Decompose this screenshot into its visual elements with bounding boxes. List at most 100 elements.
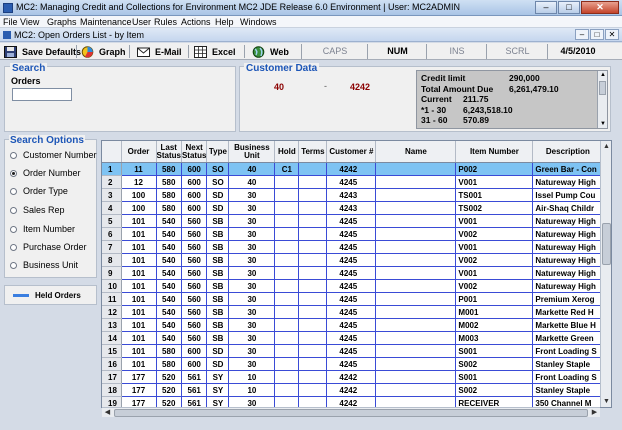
table-cell[interactable]: Markette Blue H	[532, 318, 604, 332]
table-cell[interactable]: 600	[181, 201, 208, 215]
table-cell[interactable]: Natureway High	[532, 279, 604, 293]
table-cell[interactable]	[274, 344, 300, 358]
table-cell[interactable]: SB	[206, 240, 230, 254]
table-cell[interactable]: 540	[156, 227, 182, 241]
table-cell[interactable]: 30	[228, 279, 276, 293]
table-cell[interactable]	[298, 383, 328, 397]
table-cell[interactable]: 30	[228, 331, 276, 345]
menu-user[interactable]: User	[132, 17, 151, 27]
table-cell[interactable]: 4245	[326, 331, 377, 345]
table-cell[interactable]	[375, 253, 457, 267]
column-header[interactable]: Terms	[298, 141, 328, 163]
doc-close-button[interactable]: ✕	[605, 29, 619, 40]
table-cell[interactable]: 4242	[326, 162, 377, 176]
scroll-up-arrow-icon[interactable]: ▲	[600, 72, 606, 78]
table-cell[interactable]: 540	[156, 253, 182, 267]
table-cell[interactable]: P002	[455, 162, 534, 176]
row-number-cell[interactable]: 1	[102, 162, 122, 176]
table-cell[interactable]: Front Loading S	[532, 370, 604, 384]
table-cell[interactable]	[375, 201, 457, 215]
table-cell[interactable]: 520	[156, 383, 182, 397]
table-cell[interactable]	[375, 357, 457, 371]
table-cell[interactable]: 30	[228, 240, 276, 254]
table-cell[interactable]: 10	[228, 383, 276, 397]
table-cell[interactable]: 40	[228, 175, 276, 189]
table-cell[interactable]: 30	[228, 344, 276, 358]
grid-scroll-thumb[interactable]	[602, 223, 611, 265]
table-cell[interactable]	[375, 292, 457, 306]
table-cell[interactable]: 101	[121, 240, 157, 254]
table-cell[interactable]: 4243	[326, 188, 377, 202]
row-number-cell[interactable]: 9	[102, 266, 122, 280]
table-row[interactable]: 18 177 520 561 SY 10 4242 S002 Stanley Staple	[102, 383, 604, 397]
table-cell[interactable]: TS002	[455, 201, 534, 215]
table-cell[interactable]: 600	[181, 162, 208, 176]
row-number-cell[interactable]: 11	[102, 292, 122, 306]
option-item-number[interactable]: Item Number	[10, 224, 75, 234]
table-cell[interactable]	[274, 201, 300, 215]
table-cell[interactable]: 560	[181, 305, 208, 319]
table-cell[interactable]: SB	[206, 305, 230, 319]
table-cell[interactable]: 540	[156, 305, 182, 319]
table-cell[interactable]: 30	[228, 227, 276, 241]
table-cell[interactable]: 30	[228, 214, 276, 228]
table-cell[interactable]	[298, 240, 328, 254]
row-number-cell[interactable]: 18	[102, 383, 122, 397]
table-cell[interactable]: 101	[121, 318, 157, 332]
table-cell[interactable]: M001	[455, 305, 534, 319]
table-cell[interactable]	[274, 279, 300, 293]
table-cell[interactable]	[274, 188, 300, 202]
table-row[interactable]: 9 101 540 560 SB 30 4245 V001 Natureway High	[102, 266, 604, 280]
table-cell[interactable]: SD	[206, 357, 230, 371]
column-header[interactable]: Hold	[274, 141, 300, 163]
table-cell[interactable]	[298, 162, 328, 176]
table-cell[interactable]: 560	[181, 279, 208, 293]
table-cell[interactable]: SB	[206, 279, 230, 293]
table-cell[interactable]: SB	[206, 318, 230, 332]
table-cell[interactable]: SB	[206, 214, 230, 228]
table-cell[interactable]: 101	[121, 344, 157, 358]
excel-button[interactable]: Excel	[194, 44, 236, 59]
table-cell[interactable]: 177	[121, 370, 157, 384]
row-number-cell[interactable]: 4	[102, 201, 122, 215]
table-cell[interactable]	[298, 370, 328, 384]
grid-vertical-scrollbar[interactable]: ▲ ▼	[600, 141, 611, 407]
table-cell[interactable]: 520	[156, 370, 182, 384]
table-cell[interactable]: 540	[156, 279, 182, 293]
table-cell[interactable]: 101	[121, 214, 157, 228]
table-row[interactable]: 7 101 540 560 SB 30 4245 V001 Natureway High	[102, 240, 604, 254]
table-cell[interactable]: 600	[181, 357, 208, 371]
table-cell[interactable]: 101	[121, 279, 157, 293]
row-number-cell[interactable]: 14	[102, 331, 122, 345]
table-cell[interactable]: SB	[206, 266, 230, 280]
table-cell[interactable]	[298, 279, 328, 293]
table-cell[interactable]: SY	[206, 383, 230, 397]
table-cell[interactable]: 580	[156, 357, 182, 371]
table-cell[interactable]: Air-Shaq Childr	[532, 201, 604, 215]
table-cell[interactable]: SB	[206, 331, 230, 345]
table-cell[interactable]: 560	[181, 266, 208, 280]
table-cell[interactable]: V001	[455, 266, 534, 280]
table-cell[interactable]	[375, 175, 457, 189]
table-cell[interactable]: 101	[121, 227, 157, 241]
option-order-number[interactable]: Order Number	[10, 168, 81, 178]
table-cell[interactable]	[375, 370, 457, 384]
table-cell[interactable]: 4245	[326, 266, 377, 280]
table-cell[interactable]: 4242	[326, 383, 377, 397]
row-number-cell[interactable]: 7	[102, 240, 122, 254]
table-cell[interactable]	[375, 227, 457, 241]
table-cell[interactable]: 101	[121, 331, 157, 345]
table-cell[interactable]: 540	[156, 240, 182, 254]
table-cell[interactable]: SB	[206, 292, 230, 306]
row-number-cell[interactable]: 6	[102, 227, 122, 241]
table-cell[interactable]	[274, 383, 300, 397]
table-cell[interactable]	[375, 214, 457, 228]
row-number-cell[interactable]: 15	[102, 344, 122, 358]
table-cell[interactable]: 4245	[326, 253, 377, 267]
table-cell[interactable]: 580	[156, 162, 182, 176]
grid-hscroll-thumb[interactable]	[114, 409, 588, 417]
table-cell[interactable]: 30	[228, 357, 276, 371]
table-cell[interactable]: TS001	[455, 188, 534, 202]
table-cell[interactable]: Natureway High	[532, 175, 604, 189]
table-cell[interactable]: 560	[181, 318, 208, 332]
